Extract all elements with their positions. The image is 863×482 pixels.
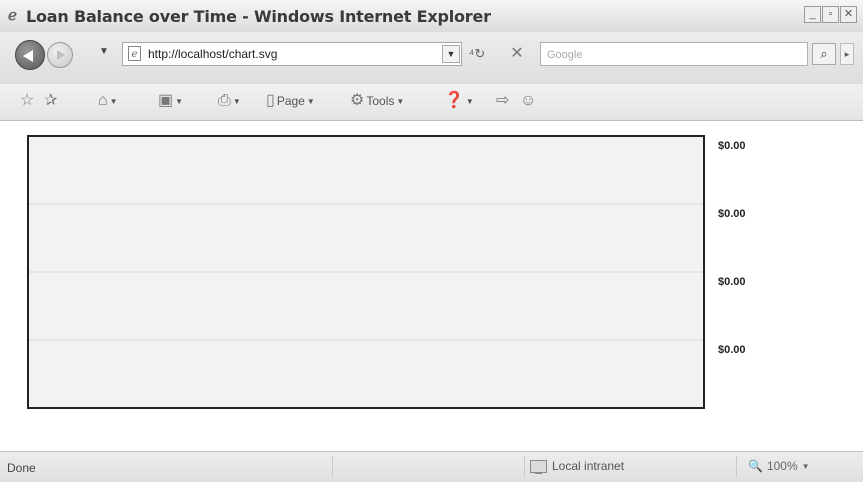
title-bar: ℯ Loan Balance over Time - Windows Inter…	[0, 0, 863, 33]
search-options-icon[interactable]: ▸	[840, 43, 854, 65]
chevron-down-icon: ▼	[232, 96, 241, 106]
window-controls: _ ▫ ✕	[804, 6, 857, 23]
status-divider	[332, 456, 333, 477]
tools-menu-label: Tools	[366, 94, 395, 108]
search-icon[interactable]: ⌕	[812, 43, 836, 65]
y-tick-label: $0.00	[718, 276, 746, 288]
zone-label: Local intranet	[552, 459, 625, 473]
messenger-icon[interactable]: ☺	[520, 90, 536, 112]
browser-window: ℯ Loan Balance over Time - Windows Inter…	[0, 0, 863, 482]
chevron-down-icon: ▼	[306, 96, 315, 106]
intranet-icon	[530, 459, 547, 474]
minimize-button[interactable]: _	[804, 6, 821, 23]
page-icon: e	[128, 46, 141, 61]
home-button[interactable]: ⌂ ▼	[98, 90, 118, 112]
forward-button[interactable]	[47, 42, 73, 68]
home-icon: ⌂	[98, 92, 108, 109]
chevron-down-icon: ▼	[175, 96, 184, 106]
address-dropdown-icon[interactable]: ▼	[442, 45, 460, 63]
page-icon: ▯	[266, 92, 275, 109]
zoom-control[interactable]: 🔍 100% ▼	[748, 459, 810, 473]
status-divider	[736, 456, 737, 477]
security-zone[interactable]: Local intranet	[530, 459, 625, 474]
zoom-level: 100%	[766, 459, 798, 473]
page-menu[interactable]: ▯ Page ▼	[266, 90, 315, 112]
close-button[interactable]: ✕	[840, 6, 857, 23]
print-button[interactable]: ⎙ ▼	[218, 90, 241, 112]
chevron-down-icon: ▼	[465, 96, 474, 106]
back-button[interactable]	[15, 40, 45, 70]
command-bar: ☆ ✰ ⌂ ▼ ▣ ▼ ⎙ ▼ ▯ Page ▼ ⚙ Tools ▼ ❓ ▼ ⇨ ☺	[0, 84, 863, 121]
add-favorites-icon[interactable]: ✰	[44, 90, 57, 112]
y-tick-label: $0.00	[718, 344, 746, 356]
chevron-down-icon: ▼	[396, 96, 405, 106]
window-title: Loan Balance over Time - Windows Interne…	[26, 7, 491, 26]
url-text[interactable]: http://localhost/chart.svg	[148, 47, 277, 61]
gear-icon: ⚙	[350, 92, 365, 109]
tools-menu[interactable]: ⚙ Tools ▼	[350, 90, 404, 112]
refresh-icon[interactable]: ⁴↻	[466, 43, 488, 65]
feeds-button[interactable]: ▣ ▼	[158, 90, 183, 112]
search-box[interactable]	[540, 42, 808, 66]
address-field[interactable]: e http://localhost/chart.svg	[122, 42, 462, 66]
help-icon: ❓	[444, 92, 464, 109]
help-button[interactable]: ❓ ▼	[444, 90, 474, 112]
status-divider	[524, 456, 525, 477]
search-input[interactable]	[545, 44, 799, 66]
chevron-down-icon: ▼	[109, 96, 118, 106]
feeds-icon: ▣	[158, 92, 174, 109]
status-bar: Done Local intranet 🔍 100% ▼	[0, 451, 863, 482]
ie-logo-icon: ℯ	[8, 6, 17, 24]
stop-icon[interactable]: ✕	[506, 43, 528, 65]
chevron-down-icon: ▼	[801, 461, 810, 471]
favorites-star-icon[interactable]: ☆	[20, 90, 34, 112]
research-icon[interactable]: ⇨	[496, 90, 509, 112]
y-tick-label: $0.00	[718, 208, 746, 220]
zoom-icon: 🔍	[748, 459, 763, 473]
maximize-button[interactable]: ▫	[822, 6, 839, 23]
y-tick-label: $0.00	[718, 140, 746, 152]
navigation-bar: ▼ e http://localhost/chart.svg ▼ ⁴↻ ✕ ⌕ …	[0, 32, 863, 84]
page-menu-label: Page	[276, 94, 305, 108]
recent-pages-dropdown-icon[interactable]: ▼	[99, 46, 109, 57]
page-content: $0.00 $0.00 $0.00 $0.00	[0, 121, 863, 451]
chart: $0.00 $0.00 $0.00 $0.00	[27, 135, 746, 409]
status-text: Done	[7, 461, 36, 475]
printer-icon: ⎙	[218, 92, 231, 109]
